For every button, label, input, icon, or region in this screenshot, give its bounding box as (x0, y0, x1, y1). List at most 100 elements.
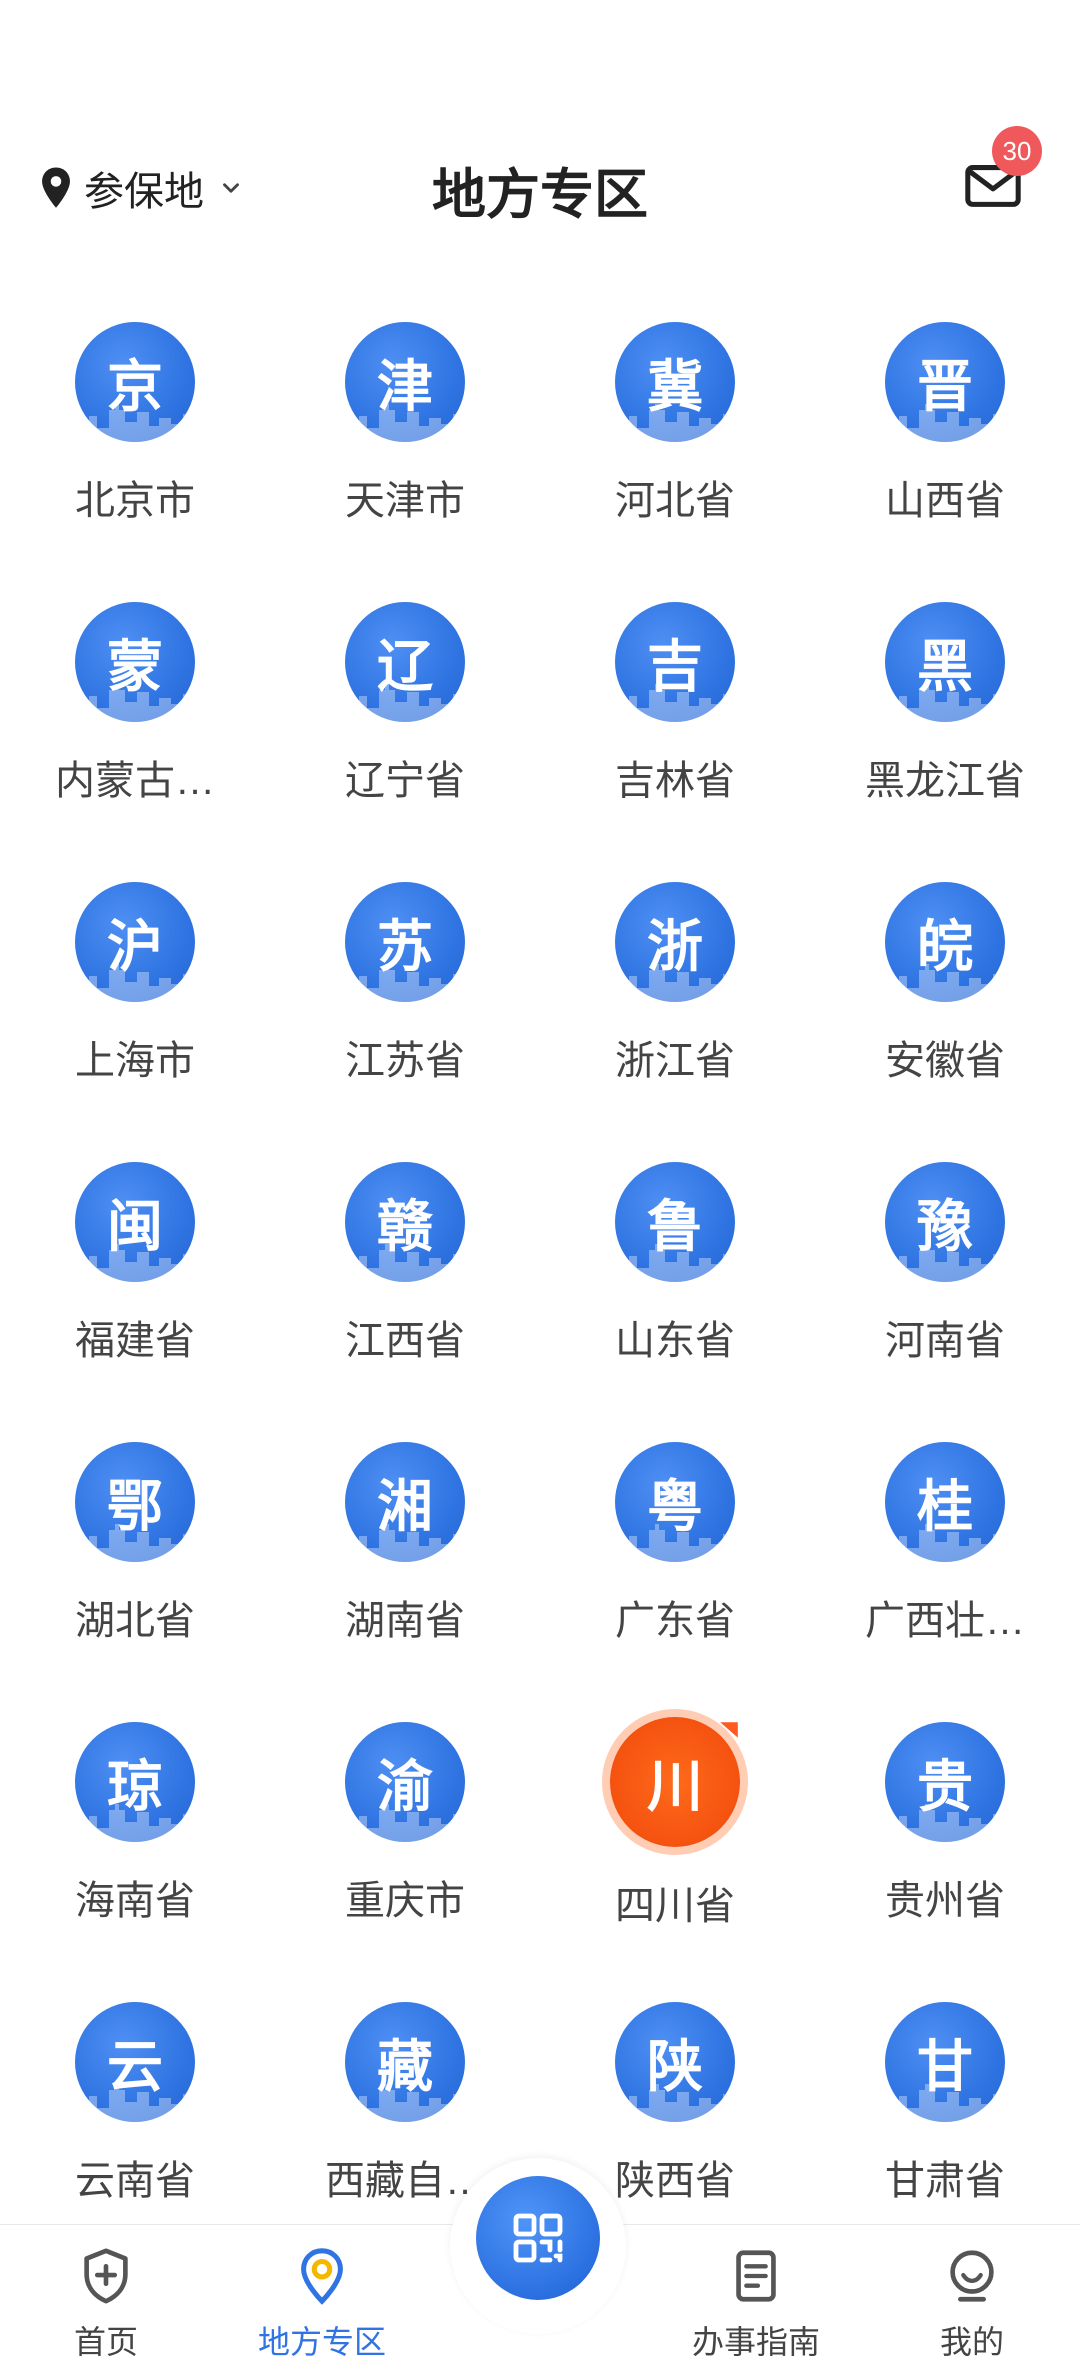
region-item[interactable]: 鲁山东省 (540, 1162, 810, 1442)
region-glyph: 鄂 (107, 1474, 163, 1540)
region-item[interactable]: 粤广东省 (540, 1442, 810, 1722)
region-label: 江苏省 (345, 1039, 465, 1083)
region-item[interactable]: 皖安徽省 (810, 882, 1080, 1162)
region-item[interactable]: 鄂湖北省 (0, 1442, 270, 1722)
region-emblem-icon: 粤 (615, 1442, 735, 1562)
region-item[interactable]: 沪上海市 (0, 882, 270, 1162)
unread-badge: 30 (992, 126, 1042, 176)
nav-local-zone[interactable]: 地方专区 (232, 2245, 412, 2375)
document-icon (736, 2250, 776, 2302)
nav-home[interactable]: 首页 (16, 2245, 196, 2375)
region-item[interactable]: 赣江西省 (270, 1162, 540, 1442)
region-label: 甘肃省 (885, 2159, 1005, 2203)
region-label: 江西省 (345, 1319, 465, 1363)
region-emblem-icon: 浙 (615, 882, 735, 1002)
region-emblem-icon: 京 (75, 322, 195, 442)
region-item[interactable]: 川四川省 (540, 1717, 810, 2002)
region-glyph: 甘 (917, 2034, 973, 2100)
region-emblem-icon: 湘 (345, 1442, 465, 1562)
region-glyph: 苏 (377, 914, 433, 980)
region-glyph: 桂 (917, 1474, 973, 1540)
nav-mine[interactable]: 我的 (882, 2245, 1062, 2375)
region-glyph: 藏 (377, 2034, 433, 2100)
region-label: 河北省 (615, 479, 735, 523)
flag-icon (718, 1720, 740, 1742)
region-item[interactable]: 津天津市 (270, 322, 540, 602)
region-emblem-icon: 冀 (615, 322, 735, 442)
region-item[interactable]: 闽福建省 (0, 1162, 270, 1442)
region-item[interactable]: 冀河北省 (540, 322, 810, 602)
region-item[interactable]: 苏江苏省 (270, 882, 540, 1162)
region-item[interactable]: 晋山西省 (810, 322, 1080, 602)
region-label: 安徽省 (885, 1039, 1005, 1083)
region-glyph: 沪 (107, 914, 163, 980)
region-label: 重庆市 (345, 1879, 465, 1923)
region-item[interactable]: 湘湖南省 (270, 1442, 540, 1722)
region-emblem-icon: 桂 (885, 1442, 1005, 1562)
location-pin-icon (42, 167, 70, 208)
region-label: 北京市 (75, 479, 195, 523)
region-label: 内蒙古… (55, 759, 215, 803)
region-label: 云南省 (75, 2159, 195, 2203)
region-item[interactable]: 蒙内蒙古… (0, 602, 270, 882)
region-label: 浙江省 (615, 1039, 735, 1083)
region-emblem-icon: 吉 (615, 602, 735, 722)
region-label: 西藏自… (325, 2159, 485, 2203)
region-item[interactable]: 吉吉林省 (540, 602, 810, 882)
location-selector[interactable]: 参保地 (38, 158, 244, 218)
region-label: 吉林省 (615, 759, 735, 803)
region-glyph: 京 (107, 354, 163, 420)
region-emblem-icon: 琼 (75, 1722, 195, 1842)
region-label: 辽宁省 (345, 759, 465, 803)
region-emblem-icon: 皖 (885, 882, 1005, 1002)
region-glyph: 晋 (917, 354, 973, 420)
qr-code-icon (513, 2213, 563, 2263)
region-glyph: 渝 (377, 1754, 433, 1820)
region-item[interactable]: 辽辽宁省 (270, 602, 540, 882)
scan-button[interactable] (476, 2176, 600, 2300)
region-item[interactable]: 贵贵州省 (810, 1722, 1080, 2002)
region-emblem-icon: 鄂 (75, 1442, 195, 1562)
region-glyph: 黑 (917, 634, 973, 700)
region-glyph: 云 (107, 2034, 163, 2100)
nav-label: 地方专区 (257, 2324, 386, 2360)
region-emblem-icon: 云 (75, 2002, 195, 2122)
region-item[interactable]: 渝重庆市 (270, 1722, 540, 2002)
region-glyph: 赣 (377, 1194, 433, 1260)
nav-label: 我的 (939, 2324, 1004, 2360)
region-glyph: 鲁 (647, 1194, 703, 1260)
region-label: 黑龙江省 (865, 759, 1025, 803)
region-item[interactable]: 黑黑龙江省 (810, 602, 1080, 882)
region-glyph: 湘 (377, 1474, 433, 1540)
region-item[interactable]: 京北京市 (0, 322, 270, 602)
region-item[interactable]: 桂广西壮… (810, 1442, 1080, 1722)
region-glyph: 贵 (917, 1754, 973, 1820)
user-smile-icon (950, 2250, 994, 2302)
region-item[interactable]: 豫河南省 (810, 1162, 1080, 1442)
region-item[interactable]: 琼海南省 (0, 1722, 270, 2002)
region-label: 四川省 (615, 1884, 735, 1928)
shield-plus-icon (84, 2248, 128, 2304)
region-item[interactable]: 浙浙江省 (540, 882, 810, 1162)
region-label: 上海市 (75, 1039, 195, 1083)
region-label: 广西壮… (865, 1599, 1025, 1643)
nav-guide[interactable]: 办事指南 (666, 2245, 846, 2375)
region-glyph: 皖 (917, 914, 973, 980)
region-glyph: 冀 (647, 354, 703, 420)
region-label: 广东省 (615, 1599, 735, 1643)
region-glyph: 蒙 (107, 634, 163, 700)
region-glyph: 粤 (647, 1474, 703, 1540)
region-label: 海南省 (75, 1879, 195, 1923)
region-label: 河南省 (885, 1319, 1005, 1363)
region-label: 湖南省 (345, 1599, 465, 1643)
region-label: 湖北省 (75, 1599, 195, 1643)
region-label: 福建省 (75, 1319, 195, 1363)
region-glyph: 陕 (647, 2034, 703, 2100)
location-label: 参保地 (84, 170, 204, 214)
nav-label: 办事指南 (691, 2324, 820, 2360)
nav-label: 首页 (73, 2324, 138, 2360)
region-glyph: 津 (377, 354, 433, 420)
region-emblem-icon: 赣 (345, 1162, 465, 1282)
region-glyph: 琼 (107, 1754, 163, 1820)
region-emblem-icon: 藏 (345, 2002, 465, 2122)
